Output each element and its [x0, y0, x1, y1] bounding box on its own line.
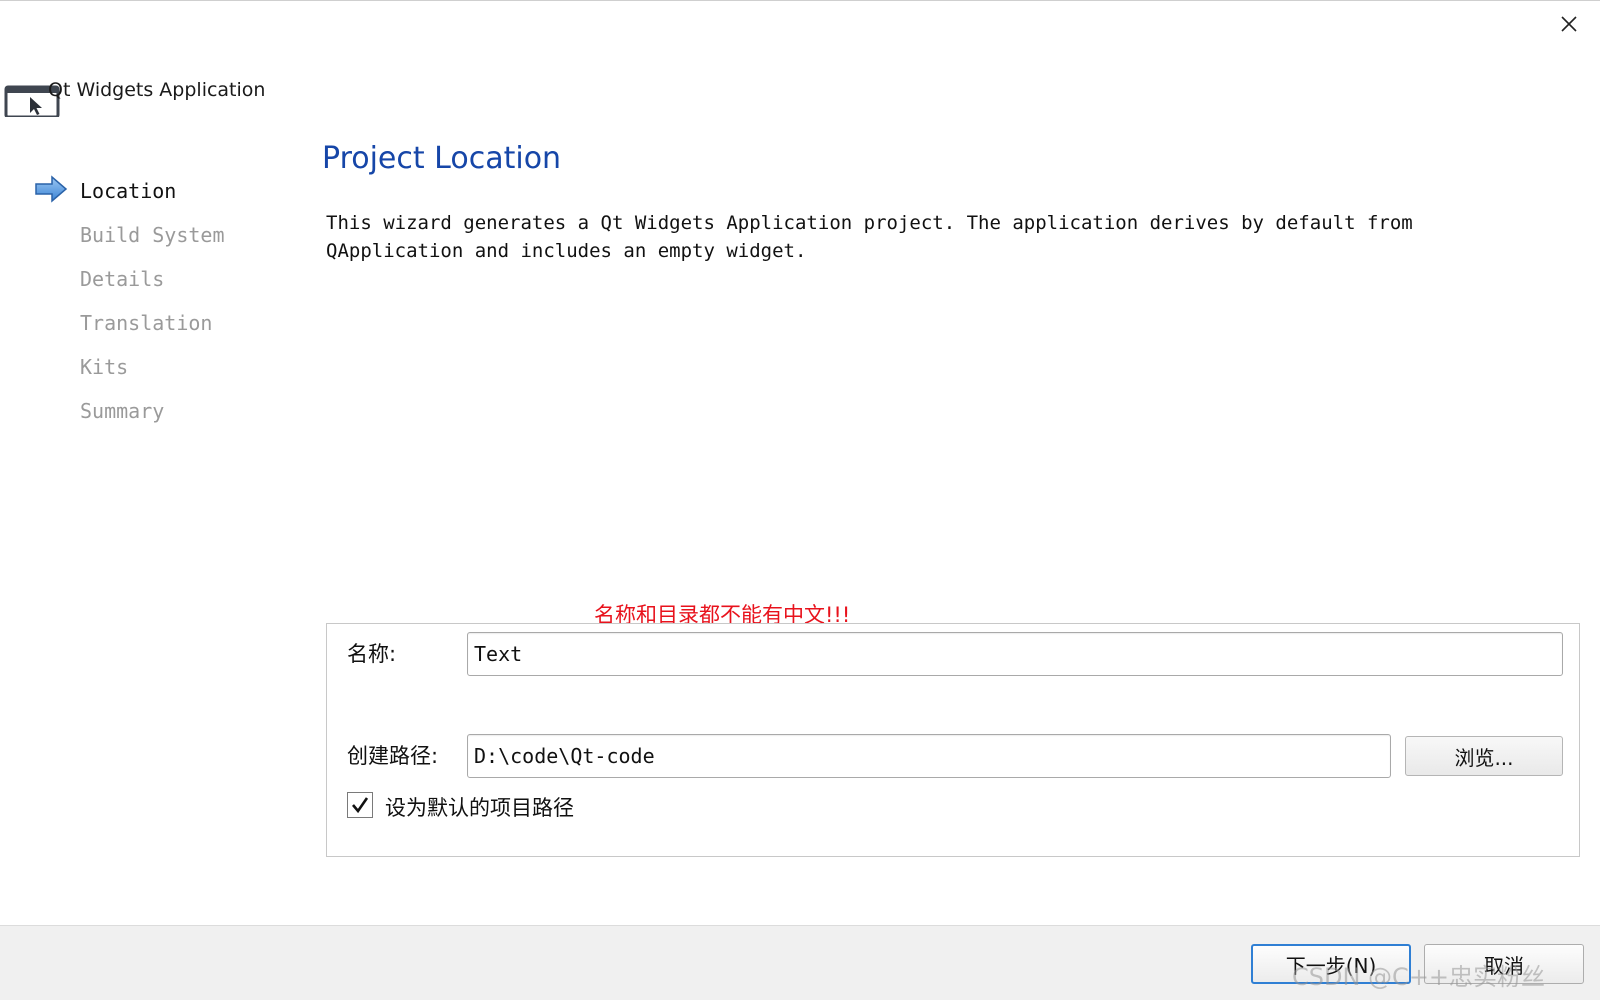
step-label: Details — [80, 267, 165, 291]
step-build-system: Build System — [34, 215, 294, 259]
project-name-input[interactable] — [467, 632, 1563, 676]
step-label: Kits — [80, 355, 129, 379]
browse-button[interactable]: 浏览... — [1405, 736, 1563, 776]
project-location-form: 名称: 创建路径: 浏览... 设为默认的项目路径 — [326, 623, 1580, 857]
close-button[interactable] — [1552, 9, 1586, 39]
step-label: Location — [80, 179, 177, 203]
step-translation: Translation — [34, 303, 294, 347]
step-label: Translation — [80, 311, 213, 335]
step-location: Location — [34, 171, 294, 215]
name-label: 名称: — [347, 642, 397, 666]
project-path-input[interactable] — [467, 734, 1391, 778]
step-details: Details — [34, 259, 294, 303]
default-path-label: 设为默认的项目路径 — [385, 796, 574, 820]
step-summary: Summary — [34, 391, 294, 435]
watermark: CSDN @C++忠实粉丝 — [1292, 963, 1546, 991]
wizard-steps: Location Build System Details Translatio… — [34, 171, 294, 435]
wizard-dialog: Qt Widgets Application Location Build Sy… — [0, 0, 1600, 1000]
app-title: Qt Widgets Application — [48, 79, 266, 101]
default-path-checkbox[interactable] — [347, 792, 373, 818]
checkmark-icon — [352, 797, 369, 814]
step-label: Build System — [80, 223, 225, 247]
current-step-arrow-icon — [35, 175, 68, 203]
path-label: 创建路径: — [347, 744, 439, 768]
page-title: Project Location — [322, 141, 562, 176]
close-icon — [1561, 16, 1577, 32]
step-kits: Kits — [34, 347, 294, 391]
page-description: This wizard generates a Qt Widgets Appli… — [326, 212, 1413, 262]
step-label: Summary — [80, 399, 165, 423]
